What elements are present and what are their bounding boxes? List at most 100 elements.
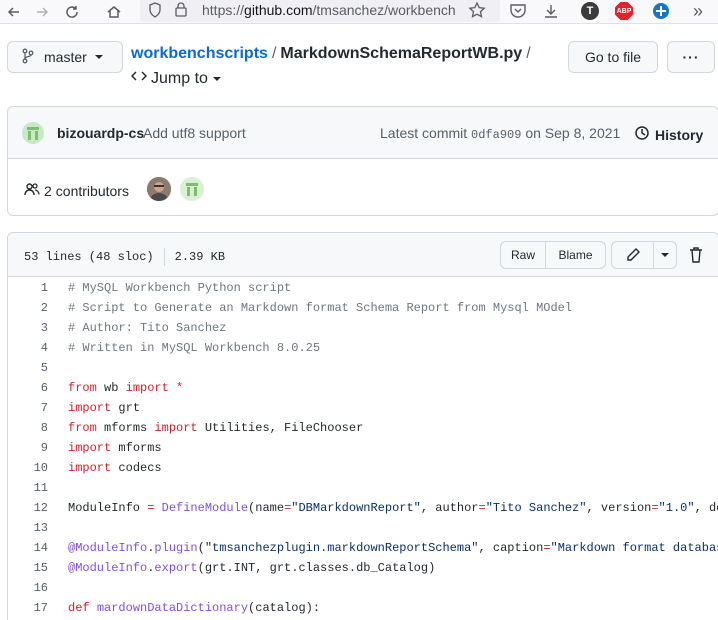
line-number[interactable]: 13 [8,518,48,538]
breadcrumb-separator: / [271,45,277,62]
forward-icon[interactable] [30,1,54,23]
line-number[interactable]: 11 [8,478,48,498]
branch-select-button[interactable]: master [7,41,123,73]
blame-button[interactable]: Blame [546,242,605,268]
code-line: 2 # Script to Generate an Markdown format… [8,298,718,318]
edit-dropdown-button[interactable] [654,242,676,268]
shield-icon[interactable] [148,2,162,21]
line-number[interactable]: 6 [8,378,48,398]
line-content: from wb import * [68,381,184,395]
lock-icon[interactable] [174,1,188,20]
line-number[interactable]: 9 [8,438,48,458]
code-line: 4 # Written in MySQL Workbench 8.0.25 [8,338,718,358]
contributors-link[interactable]: 2 contributors [24,181,129,200]
code-line: 6 from wb import * [8,378,718,398]
author-avatar[interactable] [22,122,44,144]
line-content: import mforms [68,441,162,455]
line-content: import grt [68,401,141,415]
line-count: 53 lines (48 sloc) [24,250,154,264]
line-number[interactable]: 12 [8,498,48,518]
delete-file-button[interactable] [686,244,706,266]
latest-commit-info: Latest commit 0dfa909 on Sep 8, 2021 [380,125,620,142]
jump-to-menu[interactable]: Jump to [130,69,221,88]
file-viewer: 53 lines (48 sloc) 2.39 KB Raw Blame 1 # … [7,232,718,620]
code-line: 7 import grt [8,398,718,418]
url-bar[interactable]: https://github.com/tmsanchez/workbench [140,0,500,22]
breadcrumb: workbenchscripts / MarkdownSchemaReportWB.… [131,45,535,63]
raw-button[interactable]: Raw [501,242,546,268]
go-to-file-button[interactable]: Go to file [568,41,658,73]
bookmark-star-icon[interactable] [468,1,486,22]
line-number[interactable]: 7 [8,398,48,418]
code-line: 17 def mardownDataDictionary(catalog): [8,598,718,618]
line-content: from mforms import Utilities, FileChoose… [68,421,364,435]
code-line: 1 # MySQL Workbench Python script [8,278,718,298]
line-number[interactable]: 5 [8,358,48,378]
line-number[interactable]: 3 [8,318,48,338]
code-line: 14 @ModuleInfo.plugin("tmsanchezplugin.ma… [8,538,718,558]
pocket-icon[interactable] [508,1,528,21]
trash-icon [690,247,702,263]
code-line: 16 [8,578,718,598]
code-icon [130,69,148,88]
commit-box: bizouardp-cs Add utf8 support Latest com… [7,106,718,216]
more-options-button[interactable]: ··· [667,41,715,73]
line-content: ModuleInfo = DefineModule(name="DBMarkdo… [68,501,718,515]
code-line: 5 [8,358,718,378]
browser-toolbar: https://github.com/tmsanchez/workbench T… [0,0,718,24]
chevron-down-icon [94,55,103,59]
back-icon[interactable] [2,1,26,23]
chevron-down-icon [212,76,221,81]
contributor-avatar[interactable] [147,177,171,201]
breadcrumb-file-name: MarkdownSchemaReportWB.py [280,45,523,62]
profile-avatar[interactable]: T [580,1,600,21]
contributors-count: 2 [44,182,52,199]
commit-date: on Sep 8, 2021 [525,125,621,141]
line-number[interactable]: 17 [8,598,48,618]
home-icon[interactable] [102,1,126,23]
line-content: @ModuleInfo.plugin("tmsanchezplugin.mark… [68,541,718,555]
latest-commit-label: Latest commit [380,125,468,141]
url-text[interactable]: https://github.com/tmsanchez/workbench [202,2,466,18]
divider [163,248,165,266]
code-line: 11 [8,478,718,498]
latest-commit-bar: bizouardp-cs Add utf8 support Latest com… [8,107,718,159]
line-number[interactable]: 15 [8,558,48,578]
code-line: 10 import codecs [8,458,718,478]
commit-message-link[interactable]: Add utf8 support [143,125,246,141]
contributors-label: contributors [55,182,129,199]
code-line: 9 import mforms [8,438,718,458]
line-content: # Written in MySQL Workbench 8.0.25 [68,341,321,355]
extension-icon[interactable] [651,1,671,21]
line-number[interactable]: 10 [8,458,48,478]
code-line: 8 from mforms import Utilities, FileChoos… [8,418,718,438]
jump-to-label: Jump to [151,69,208,87]
line-content: @ModuleInfo.export(grt.INT, grt.classes.… [68,561,436,575]
contributor-avatar[interactable] [180,177,204,201]
line-content: def mardownDataDictionary(catalog): [68,601,321,615]
download-icon[interactable] [541,1,561,21]
code-line: 12 ModuleInfo = DefineModule(name="DBMark… [8,498,718,518]
line-number[interactable]: 1 [8,278,48,298]
file-header: 53 lines (48 sloc) 2.39 KB Raw Blame [8,233,718,277]
line-number[interactable]: 16 [8,578,48,598]
reload-icon[interactable] [60,1,84,23]
commit-author-link[interactable]: bizouardp-cs [57,125,144,141]
history-link[interactable]: History [634,125,703,144]
file-info: 53 lines (48 sloc) 2.39 KB [24,248,225,266]
line-number[interactable]: 8 [8,418,48,438]
edit-file-button[interactable] [612,242,654,268]
line-content: # MySQL Workbench Python script [68,281,292,295]
adblock-icon[interactable]: ABP [614,1,634,21]
edit-group [611,241,677,269]
raw-blame-group: Raw Blame [500,241,606,269]
breadcrumb-repo-link[interactable]: workbenchscripts [131,45,268,62]
line-number[interactable]: 14 [8,538,48,558]
history-label: History [655,126,704,143]
commit-sha-link[interactable]: 0dfa909 [471,128,521,142]
chevron-down-icon [661,253,669,257]
line-number[interactable]: 4 [8,338,48,358]
breadcrumb-separator-trailing: / [526,45,531,62]
overflow-menu-icon[interactable]: » [688,1,708,21]
line-number[interactable]: 2 [8,298,48,318]
